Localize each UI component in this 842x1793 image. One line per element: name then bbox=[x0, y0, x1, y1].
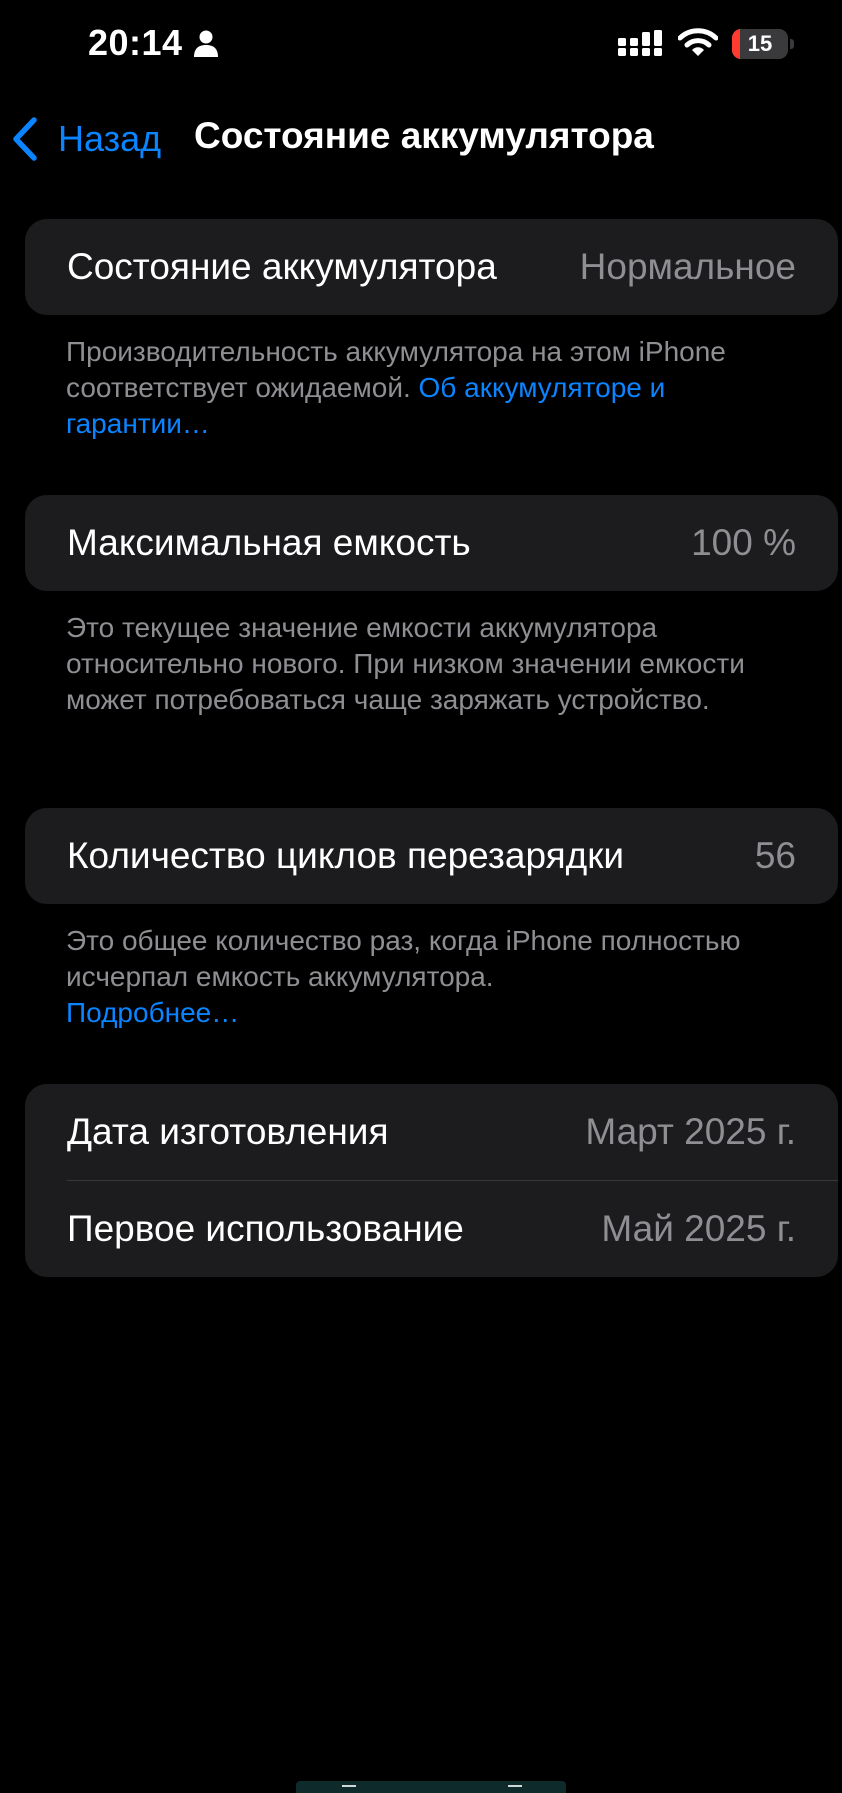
battery-percent: 15 bbox=[747, 31, 773, 56]
status-bar: 20:14 15 bbox=[0, 0, 842, 92]
cycle-count-row: Количество циклов перезарядки 56 bbox=[25, 808, 838, 904]
wifi-icon bbox=[678, 28, 718, 56]
manufacture-date-value: Март 2025 г. bbox=[585, 1111, 796, 1152]
max-capacity-row: Максимальная емкость 100 % bbox=[25, 495, 838, 591]
battery-health-value: Нормальное bbox=[579, 246, 796, 287]
first-use-row: Первое использование Май 2025 г. bbox=[25, 1181, 838, 1277]
more-info-link[interactable]: Подробнее… bbox=[66, 997, 239, 1028]
battery-health-label: Состояние аккумулятора bbox=[67, 246, 497, 287]
battery-health-row: Состояние аккумулятора Нормальное bbox=[25, 219, 838, 315]
battery-icon: 15 bbox=[732, 29, 794, 59]
nav-bar: Назад Состояние аккумулятора bbox=[0, 104, 842, 174]
person-icon bbox=[194, 30, 218, 57]
cycle-count-footnote: Это общее количество раз, когда iPhone п… bbox=[66, 923, 786, 1031]
page-title: Состояние аккумулятора bbox=[194, 115, 654, 156]
max-capacity-label: Максимальная емкость bbox=[67, 522, 471, 563]
back-label: Назад bbox=[58, 118, 162, 159]
manufacture-date-row: Дата изготовления Март 2025 г. bbox=[25, 1084, 838, 1180]
max-capacity-card: Максимальная емкость 100 % bbox=[25, 495, 838, 591]
bottom-overlay-strip bbox=[296, 1781, 566, 1793]
max-capacity-footnote: Это текущее значение емкости аккумулятор… bbox=[66, 612, 745, 715]
cellular-signal-icon bbox=[618, 30, 662, 56]
first-use-label: Первое использование bbox=[67, 1208, 464, 1249]
battery-health-footnote: Производительность аккумулятора на этом … bbox=[66, 334, 786, 442]
battery-health-card: Состояние аккумулятора Нормальное bbox=[25, 219, 838, 315]
chevron-left-icon bbox=[13, 117, 37, 161]
status-time: 20:14 bbox=[88, 22, 183, 63]
cycle-count-value: 56 bbox=[754, 835, 796, 876]
back-button[interactable]: Назад bbox=[10, 110, 161, 168]
manufacture-date-label: Дата изготовления bbox=[67, 1111, 389, 1152]
dates-card: Дата изготовления Март 2025 г. Первое ис… bbox=[25, 1084, 838, 1277]
cycle-count-label: Количество циклов перезарядки bbox=[67, 835, 625, 876]
max-capacity-value: 100 % bbox=[691, 522, 796, 563]
first-use-value: Май 2025 г. bbox=[601, 1208, 796, 1249]
cycle-count-card: Количество циклов перезарядки 56 bbox=[25, 808, 838, 904]
cycle-count-footnote-text: Это общее количество раз, когда iPhone п… bbox=[66, 925, 741, 992]
